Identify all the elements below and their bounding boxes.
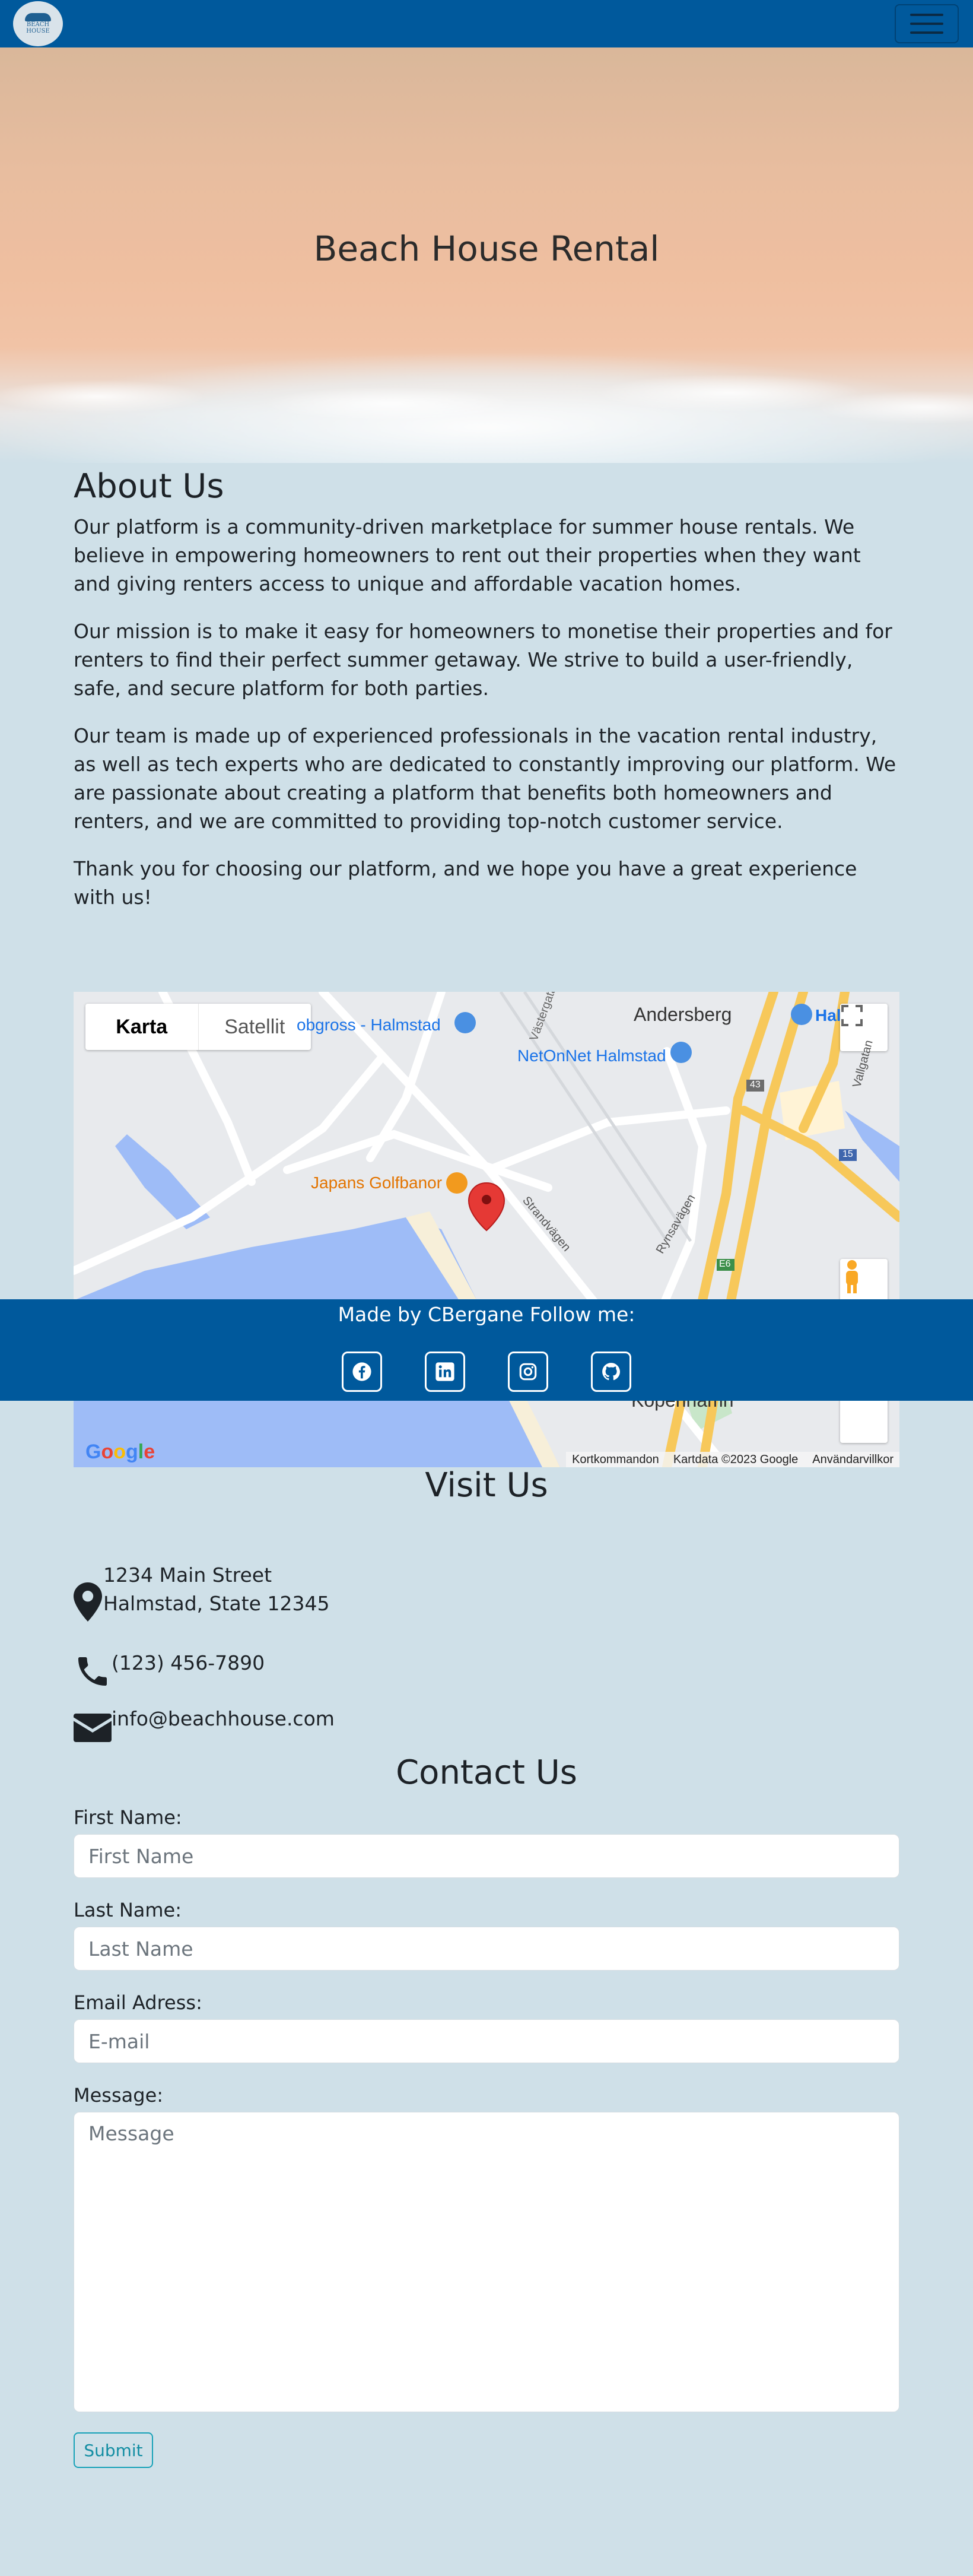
about-paragraph: Our mission is to make it easy for homeo… bbox=[74, 620, 892, 700]
phone-number: (123) 456-7890 bbox=[112, 1651, 265, 1674]
about-paragraph: Thank you for choosing our platform, and… bbox=[74, 857, 857, 909]
footer: Made by CBergane Follow me: bbox=[0, 1299, 973, 1401]
hamburger-icon bbox=[910, 23, 943, 25]
last-name-label: Last Name: bbox=[74, 1899, 182, 1921]
about-section: About Us Our platform is a community-dri… bbox=[74, 464, 899, 931]
address-line2: Halmstad, State 12345 bbox=[103, 1592, 330, 1615]
phone-item: (123) 456-7890 bbox=[74, 1649, 265, 1690]
map-type-karta-button[interactable]: Karta bbox=[85, 1004, 199, 1050]
hero-title: Beach House Rental bbox=[313, 229, 660, 269]
email-item: info@beachhouse.com bbox=[74, 1705, 335, 1743]
footer-text: Made by CBergane Follow me: bbox=[338, 1303, 635, 1326]
logo-text-line2: HOUSE bbox=[26, 28, 50, 34]
contact-heading: Contact Us bbox=[396, 1753, 577, 1792]
google-logo: Google bbox=[85, 1441, 155, 1463]
map-type-control: Karta Satellit bbox=[85, 1004, 311, 1050]
brand-logo[interactable]: BEACH HOUSE bbox=[13, 1, 63, 46]
message-label: Message: bbox=[74, 2084, 164, 2107]
fullscreen-icon bbox=[841, 1005, 863, 1026]
navbar: BEACH HOUSE bbox=[0, 0, 973, 47]
email-label: Email Adress: bbox=[74, 1991, 202, 2014]
location-pin-icon bbox=[74, 1582, 102, 1622]
facebook-icon bbox=[352, 1362, 371, 1381]
envelope-icon bbox=[74, 1714, 112, 1742]
address-item: 1234 Main Street Halmstad, State 12345 bbox=[74, 1561, 329, 1622]
map-label-bobgross: obgross - Halmstad bbox=[297, 1016, 441, 1034]
github-link[interactable] bbox=[591, 1352, 631, 1392]
hamburger-icon bbox=[910, 14, 943, 16]
facebook-link[interactable] bbox=[342, 1352, 382, 1392]
map-type-satellite-button[interactable]: Satellit bbox=[199, 1004, 311, 1050]
hamburger-icon bbox=[910, 31, 943, 34]
social-links bbox=[0, 1352, 973, 1392]
zoom-out-button[interactable] bbox=[840, 1395, 888, 1443]
about-paragraph: Our platform is a community-driven marke… bbox=[74, 515, 861, 595]
last-name-input[interactable] bbox=[74, 1927, 899, 1971]
hero-banner: Beach House Rental bbox=[0, 47, 973, 463]
map-label-netonnet: NetOnNet Halmstad bbox=[517, 1046, 666, 1065]
submit-button[interactable]: Submit bbox=[74, 2432, 153, 2468]
about-heading: About Us bbox=[74, 467, 224, 506]
map-road-shield: E6 bbox=[719, 1259, 731, 1269]
navbar-toggler-button[interactable] bbox=[895, 4, 959, 43]
visit-heading: Visit Us bbox=[425, 1466, 548, 1505]
map-label-andersberg: Andersberg bbox=[634, 1004, 732, 1025]
email-address: info@beachhouse.com bbox=[112, 1707, 335, 1730]
wave-icon bbox=[25, 13, 51, 21]
hero-wave-foam bbox=[0, 368, 973, 439]
map-road-shield: 43 bbox=[750, 1080, 761, 1090]
github-icon bbox=[602, 1363, 621, 1381]
instagram-icon bbox=[519, 1363, 537, 1381]
linkedin-icon bbox=[435, 1362, 454, 1381]
message-textarea[interactable] bbox=[74, 2112, 899, 2412]
about-paragraph: Our team is made up of experienced profe… bbox=[74, 724, 896, 833]
map-label-hal: Hal bbox=[815, 1006, 841, 1024]
first-name-input[interactable] bbox=[74, 1834, 899, 1878]
logo-text-line1: BEACH bbox=[26, 21, 50, 28]
instagram-link[interactable] bbox=[508, 1352, 548, 1392]
map-label-golf: Japans Golfbanor bbox=[311, 1173, 443, 1192]
pegman-icon bbox=[846, 1260, 858, 1293]
phone-icon bbox=[78, 1657, 107, 1686]
linkedin-link[interactable] bbox=[425, 1352, 465, 1392]
address-line1: 1234 Main Street bbox=[103, 1563, 272, 1587]
map-road-shield: 15 bbox=[842, 1149, 853, 1159]
email-input[interactable] bbox=[74, 2019, 899, 2063]
first-name-label: First Name: bbox=[74, 1806, 182, 1829]
